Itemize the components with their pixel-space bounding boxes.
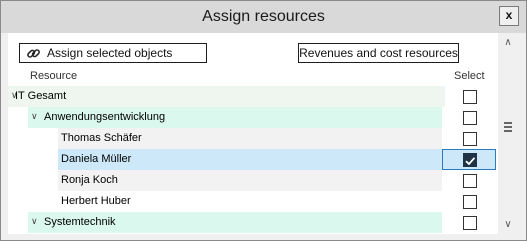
revenues-and-cost-resources-button[interactable]: Revenues and cost resources [298,43,459,63]
expand-chevron-icon[interactable]: ∨ [31,111,38,122]
select-checkbox[interactable] [463,132,477,146]
resource-label: Thomas Schäfer [61,132,142,144]
assign-resources-dialog: Assign resources x Assign selected objec… [0,0,527,241]
link-icon [27,48,40,58]
select-checkbox[interactable] [463,195,477,209]
title-bar[interactable]: Assign resources x [1,1,526,33]
dialog-title: Assign resources [202,8,325,25]
assign-selected-objects-button[interactable]: Assign selected objects [19,43,207,63]
select-column-header: Select [454,70,485,82]
select-checkbox[interactable] [463,174,477,188]
select-checkbox[interactable] [463,216,477,230]
content-panel: Assign selected objects Revenues and cos… [8,33,498,234]
expand-chevron-icon[interactable]: ∨ [31,216,38,227]
resource-label: Anwendungsentwicklung [44,111,166,123]
resource-label: IT Gesamt [15,90,67,102]
resource-column-header: Resource [30,70,78,82]
scroll-up-icon[interactable]: ∧ [498,37,518,48]
scroll-thumb[interactable] [504,122,512,136]
resource-label: Ronja Koch [61,174,118,186]
resource-label: Herbert Huber [61,195,131,207]
checkmark-icon [465,157,476,166]
resource-label: Systemtechnik [44,216,116,228]
close-button[interactable]: x [499,6,519,26]
select-checkbox[interactable] [463,90,477,104]
resource-label: Daniela Müller [61,153,132,165]
assign-button-label: Assign selected objects [47,46,173,60]
select-checkbox[interactable] [463,111,477,125]
scroll-down-icon[interactable]: ∨ [498,219,518,230]
select-checkbox[interactable] [463,153,477,167]
vertical-scrollbar[interactable]: ∧ ∨ [498,33,518,234]
tree-row[interactable] [8,86,445,107]
